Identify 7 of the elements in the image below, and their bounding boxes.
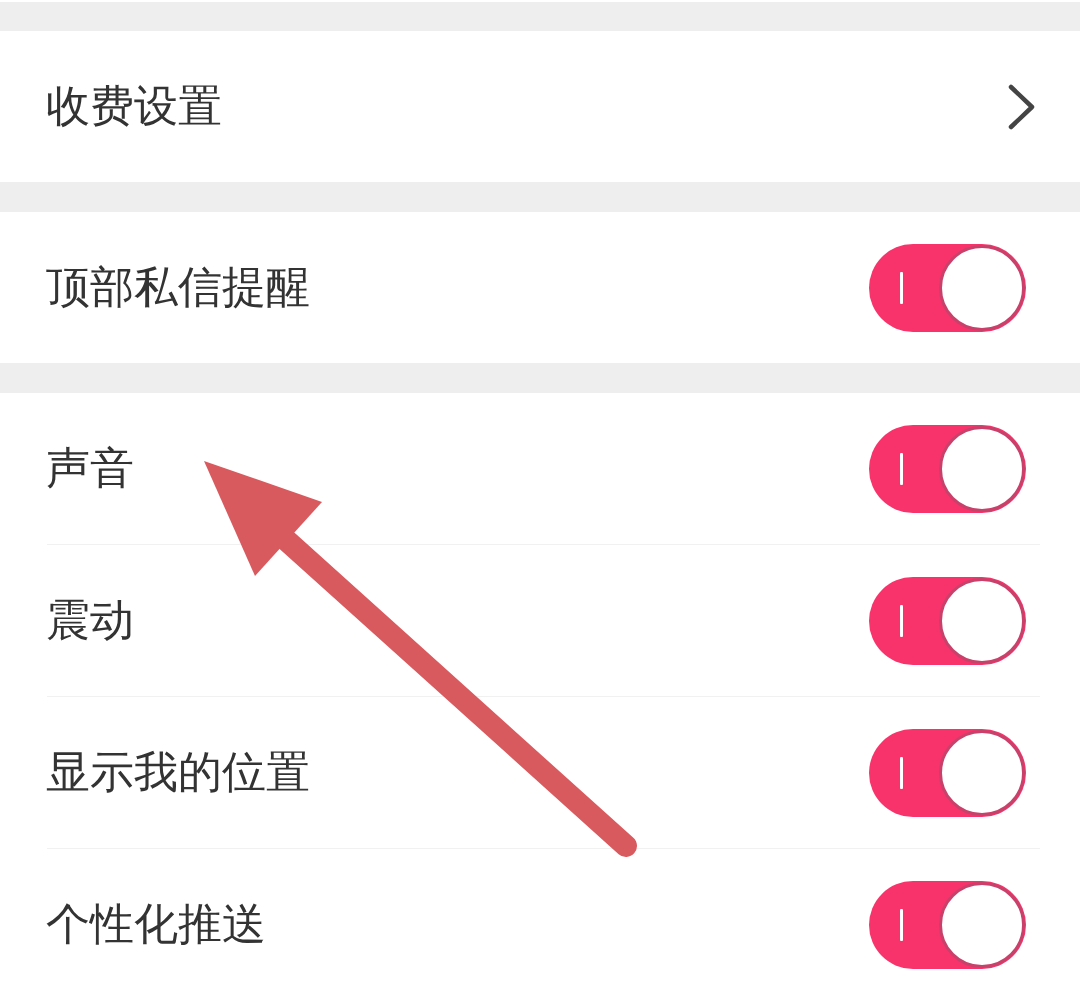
setting-label: 顶部私信提醒 <box>46 261 310 314</box>
setting-label: 声音 <box>46 442 134 495</box>
setting-label: 收费设置 <box>46 80 222 133</box>
setting-label: 个性化推送 <box>46 898 266 951</box>
setting-label: 震动 <box>46 594 134 647</box>
chevron-right-icon[interactable] <box>1008 83 1036 130</box>
setting-label: 显示我的位置 <box>46 746 310 799</box>
